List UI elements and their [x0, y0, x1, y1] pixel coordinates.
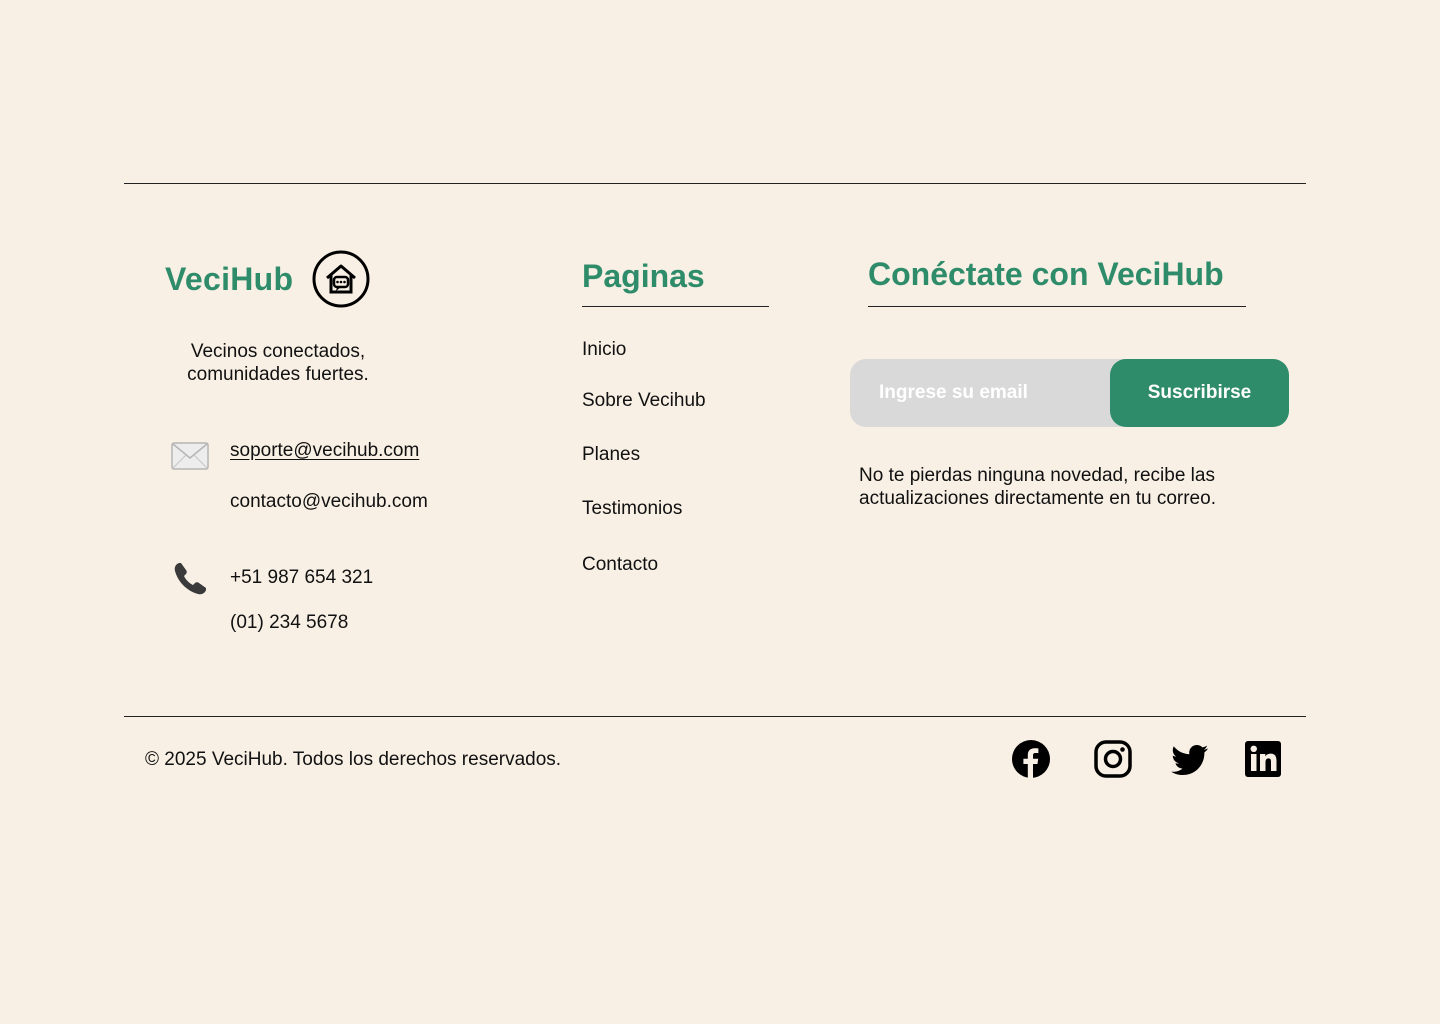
support-email-link[interactable]: soporte@vecihub.com — [230, 440, 419, 462]
brand-tagline: Vecinos conectados, comunidades fuertes. — [187, 341, 369, 385]
twitter-icon[interactable] — [1170, 739, 1210, 779]
footer-page: VeciHub Vecinos conectados, comunidades … — [0, 0, 1440, 1024]
brand-name: VeciHub — [165, 260, 294, 297]
newsletter-form: Suscribirse — [850, 359, 1289, 427]
nav-link-inicio[interactable]: Inicio — [582, 339, 626, 361]
newsletter-description: No te pierdas ninguna novedad, recibe la… — [859, 465, 1216, 509]
facebook-icon[interactable] — [1011, 739, 1051, 779]
contact-email: contacto@vecihub.com — [230, 491, 428, 512]
pages-heading: Paginas — [582, 258, 705, 294]
phone-number-mobile: +51 987 654 321 — [230, 567, 374, 588]
pages-heading-underline — [582, 306, 769, 307]
nav-link-contacto[interactable]: Contacto — [582, 554, 658, 576]
envelope-icon — [170, 436, 210, 476]
subscribe-button[interactable]: Suscribirse — [1110, 359, 1289, 427]
instagram-icon[interactable] — [1093, 739, 1133, 779]
linkedin-icon[interactable] — [1243, 739, 1283, 779]
brand: VeciHub — [165, 250, 370, 308]
newsletter-email-input[interactable] — [850, 359, 1150, 427]
top-divider — [124, 183, 1306, 184]
connect-heading-underline — [868, 306, 1246, 307]
copyright-text: © 2025 VeciHub. Todos los derechos reser… — [145, 749, 562, 770]
nav-link-testimonios[interactable]: Testimonios — [582, 498, 682, 520]
phone-icon — [170, 559, 210, 599]
phone-number-landline: (01) 234 5678 — [230, 612, 349, 633]
house-chat-icon — [312, 250, 370, 308]
bottom-divider — [124, 716, 1306, 717]
nav-link-planes[interactable]: Planes — [582, 444, 640, 466]
connect-heading: Conéctate con VeciHub — [868, 256, 1224, 292]
nav-link-sobre-vecihub[interactable]: Sobre Vecihub — [582, 390, 706, 412]
